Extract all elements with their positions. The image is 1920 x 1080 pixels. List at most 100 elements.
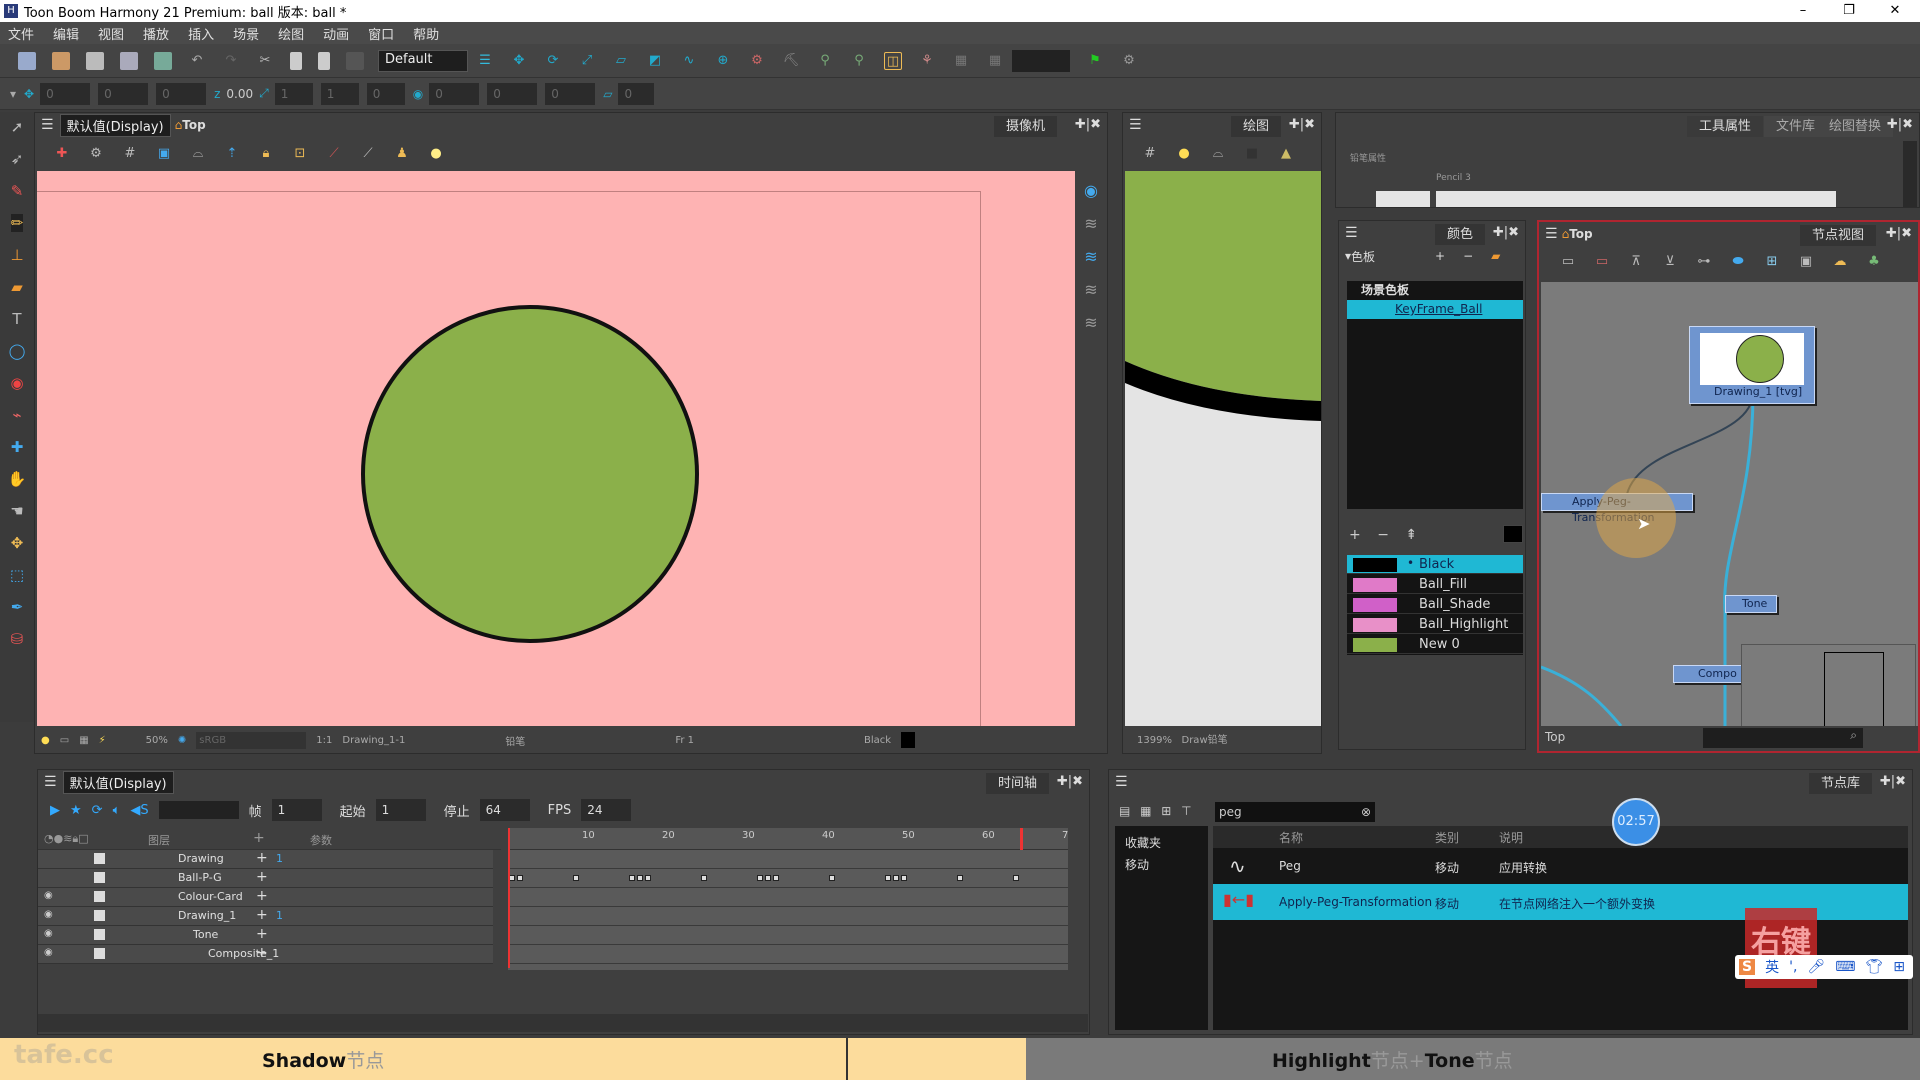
transform-icon[interactable]: ✥ [510, 52, 528, 70]
maintain-size-icon[interactable]: ◩ [646, 52, 664, 70]
group-icon[interactable]: ⊶ [1695, 253, 1713, 271]
delete-icon[interactable] [346, 51, 364, 70]
move-up-icon[interactable]: ⊼ [1627, 253, 1645, 271]
keyframe[interactable] [645, 875, 651, 881]
node-drawing[interactable]: Drawing_1 [tvg] [1689, 326, 1815, 404]
grid-icon[interactable]: ▦ [952, 52, 970, 70]
menu-view[interactable]: 视图 [98, 24, 124, 43]
keyframe[interactable] [893, 875, 899, 881]
tab-node-view[interactable]: 节点视图 [1799, 225, 1876, 246]
add-icon[interactable]: + [256, 869, 268, 885]
punctuation-icon[interactable]: ', [1789, 959, 1797, 975]
ellipse-tool-icon[interactable]: ◯ [9, 342, 26, 360]
node-composite[interactable]: Compo [1673, 665, 1743, 683]
tab-drawing-substitution[interactable]: 绘图替换 [1816, 116, 1893, 137]
bulb-icon[interactable]: ● [41, 735, 50, 746]
export-icon[interactable] [154, 51, 172, 70]
paint-tool-icon[interactable]: ◉ [10, 374, 23, 392]
lock-icon[interactable]: 🔒︎ [257, 145, 275, 163]
remove-color-icon[interactable]: − [1377, 527, 1389, 543]
keyframe[interactable] [1013, 875, 1019, 881]
menu-window[interactable]: 窗口 [368, 24, 394, 43]
maximize-button[interactable]: ❐ [1826, 0, 1872, 22]
sound-icon[interactable]: 🔈︎ [113, 803, 121, 818]
clear-search-icon[interactable]: ⊗ [1361, 802, 1371, 822]
skin-icon[interactable]: 👕︎ [1865, 959, 1883, 975]
value-field[interactable] [1012, 49, 1070, 72]
layer-row[interactable]: ◉ Composite_1 + [38, 945, 493, 964]
start-field[interactable]: 1 [375, 799, 426, 821]
layer-row[interactable]: Ball-P-G + [38, 869, 493, 888]
palette-item[interactable]: KeyFrame_Ball [1347, 300, 1523, 319]
layout-icon[interactable]: ☰ [476, 52, 494, 70]
swatch-item[interactable]: New 0 [1347, 635, 1523, 654]
preset-list[interactable] [1436, 191, 1836, 207]
keyframe[interactable] [573, 875, 579, 881]
node-canvas[interactable]: Drawing_1 [tvg] Apply-Peg-Transformation… [1541, 282, 1918, 726]
light-table-icon[interactable]: ⌓ [189, 145, 207, 163]
ruler-icon[interactable]: ⟋ [325, 145, 343, 163]
layer-color-box[interactable] [94, 853, 105, 864]
spline-icon[interactable]: ∿ [680, 52, 698, 70]
node-tone[interactable]: Tone [1725, 595, 1777, 613]
location-label[interactable]: Top [1569, 227, 1592, 241]
visibility-icon[interactable]: ◉ [44, 947, 53, 958]
frame-field[interactable]: 1 [271, 799, 322, 821]
layers-active-icon[interactable]: ≋ [1084, 247, 1097, 266]
scale-y-field[interactable]: 1 [320, 82, 359, 105]
rotation-field[interactable]: 0 [429, 82, 480, 105]
panel-add-close[interactable]: ✚|✖ [1880, 774, 1906, 789]
color-wheel-icon[interactable]: ✺ [178, 735, 186, 746]
texture-icon[interactable]: ⇞ [1405, 527, 1417, 543]
pivot-icon[interactable]: ⊕ [714, 52, 732, 70]
keyframe[interactable] [957, 875, 963, 881]
panel-add-close[interactable]: ✚|✖ [1289, 117, 1315, 132]
stamp-tool-icon[interactable]: ⊥ [10, 246, 23, 264]
y-field[interactable]: 0 [98, 82, 149, 105]
column-name[interactable]: 名称 [1279, 829, 1303, 846]
exposure-grid[interactable] [508, 850, 1068, 970]
drawing-canvas[interactable] [1125, 171, 1321, 726]
scale-z-field[interactable]: 0 [366, 82, 405, 105]
menu-drawing[interactable]: 绘图 [278, 24, 304, 43]
location-label[interactable]: Top [182, 118, 205, 132]
layers3-icon[interactable]: ≋ [1084, 313, 1097, 332]
keyframe[interactable] [517, 875, 523, 881]
lightning-icon[interactable]: ⚡ [99, 735, 106, 746]
panel-add-close[interactable]: ✚|✖ [1493, 225, 1519, 240]
library-view-toggles[interactable]: ▤ ▦ ⊞ ⊤ [1119, 804, 1192, 818]
rotation2-field[interactable]: 0 [487, 82, 538, 105]
add-color-icon[interactable]: + [1349, 527, 1361, 543]
contour-editor-icon[interactable]: ➶ [11, 150, 24, 168]
keyboard-icon[interactable]: ⌨ [1835, 959, 1855, 975]
fps-field[interactable]: 24 [581, 799, 632, 821]
tab-timeline[interactable]: 时间轴 [985, 773, 1049, 794]
pivot-icon[interactable]: ✚ [53, 145, 71, 163]
ball-drawing[interactable] [361, 305, 699, 643]
pencil-tool-icon[interactable]: ✏ [10, 214, 24, 232]
pen-tool-icon[interactable]: ✒ [11, 598, 24, 616]
panel-add-close[interactable]: ✚|✖ [1075, 117, 1101, 132]
column-description[interactable]: 说明 [1499, 829, 1523, 846]
swatch-item[interactable]: Ball_Highlight [1347, 615, 1523, 634]
view-mode-select[interactable]: 默认值(Display) [59, 113, 171, 137]
backdrop-icon[interactable]: ▭ [1559, 253, 1577, 271]
panel-add-close[interactable]: ✚|✖ [1886, 226, 1912, 241]
scale-x-field[interactable]: 1 [274, 82, 313, 105]
playhead[interactable] [508, 828, 510, 968]
current-color-swatch[interactable] [901, 732, 916, 748]
redo-icon[interactable]: ↷ [222, 52, 240, 70]
properties-scrollbar[interactable] [1903, 141, 1917, 207]
layer-color-box[interactable] [94, 872, 105, 883]
layer-color-box[interactable] [94, 948, 105, 959]
morph-tool-icon[interactable]: ✋ [8, 470, 27, 488]
light-icon[interactable]: ♟ [393, 145, 411, 163]
menu-file[interactable]: 文件 [8, 24, 34, 43]
remove-palette-icon[interactable]: − [1463, 249, 1473, 263]
visibility-icon[interactable]: ◉ [44, 928, 53, 939]
cloud-icon[interactable]: ☁ [1831, 253, 1849, 271]
save-icon[interactable] [86, 51, 104, 70]
flag-icon[interactable]: ⚑ [1086, 52, 1104, 70]
deform2-icon[interactable]: ⚲ [850, 52, 868, 70]
tab-drawing[interactable]: 绘图 [1230, 116, 1281, 137]
